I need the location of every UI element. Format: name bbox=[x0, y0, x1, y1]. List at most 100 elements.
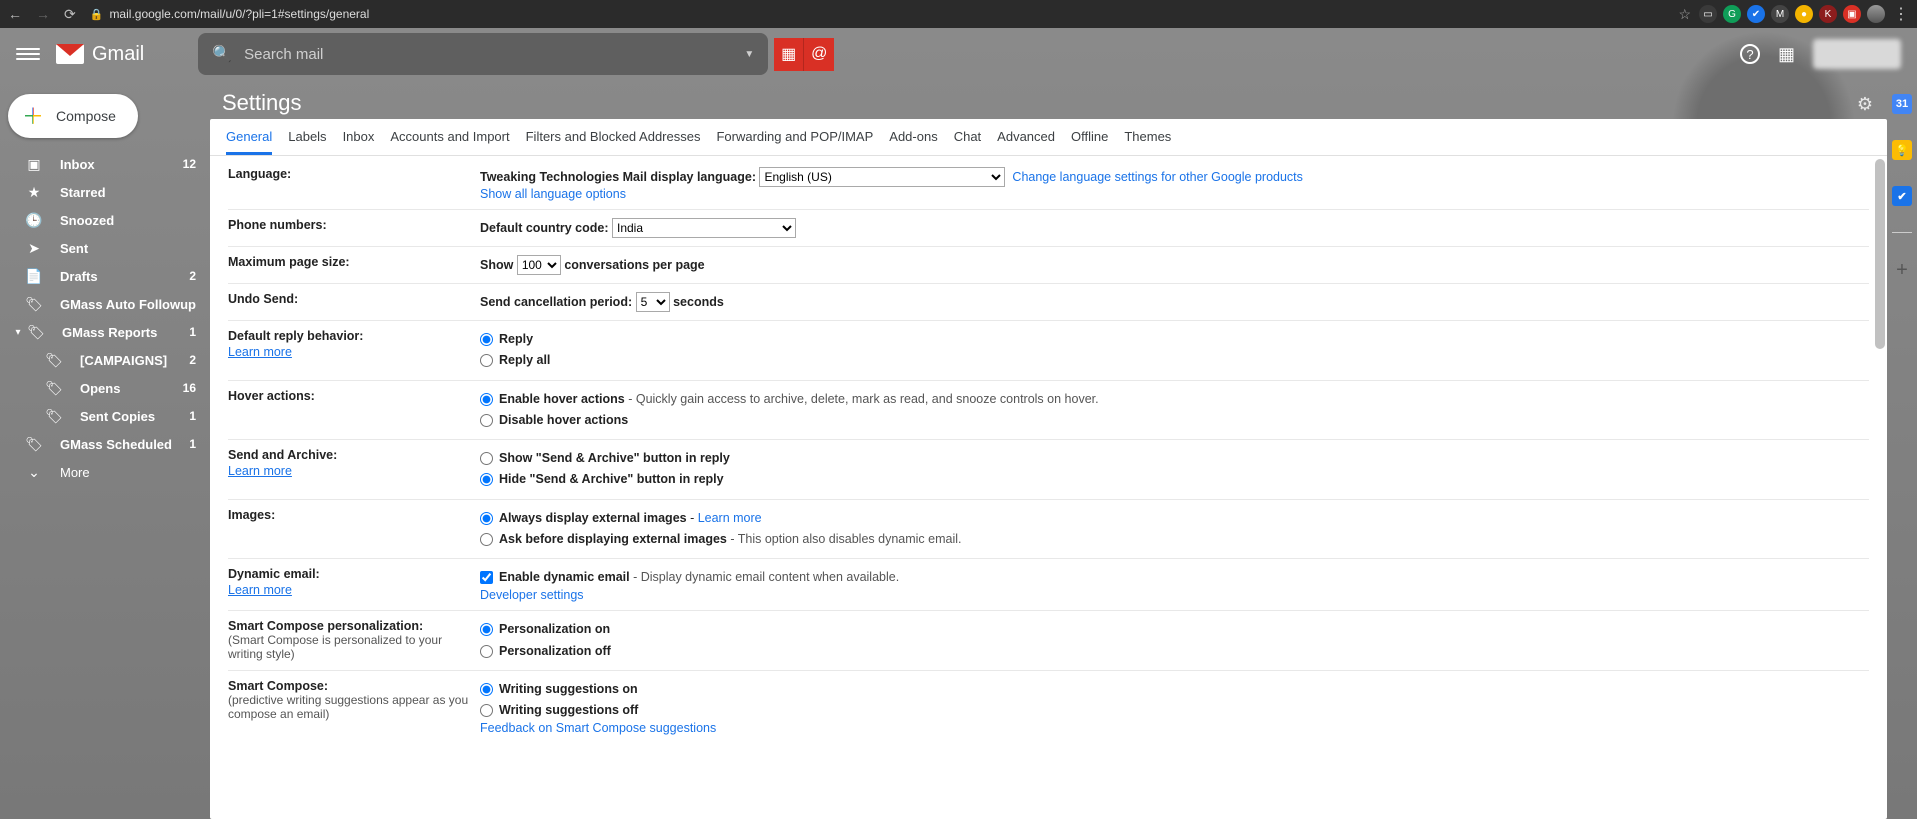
country-code-select[interactable]: India bbox=[612, 218, 796, 238]
gmail-m-icon bbox=[56, 44, 84, 64]
row-default-reply: Default reply behavior: Learn more Reply… bbox=[228, 321, 1869, 381]
forward-icon[interactable]: → bbox=[36, 6, 50, 22]
search-input[interactable] bbox=[244, 46, 736, 63]
tab-chat[interactable]: Chat bbox=[954, 129, 981, 155]
scrollbar-thumb[interactable] bbox=[1875, 159, 1885, 349]
gmass-buttons: ▦ @ bbox=[774, 38, 834, 71]
row-images: Images: Always display external images -… bbox=[228, 500, 1869, 560]
sidebar-item-sent[interactable]: ➤ Sent bbox=[0, 234, 210, 262]
clock-icon: 🕒 bbox=[22, 212, 46, 229]
ext-icon[interactable]: ▭ bbox=[1699, 5, 1717, 23]
sidebar-item-snoozed[interactable]: 🕒 Snoozed bbox=[0, 206, 210, 234]
language-select[interactable]: English (US) bbox=[759, 167, 1005, 187]
label-smart-personal: Smart Compose personalization: bbox=[228, 619, 423, 633]
row-language: Language: Tweaking Technologies Mail dis… bbox=[228, 159, 1869, 210]
change-other-products-link[interactable]: Change language settings for other Googl… bbox=[1012, 170, 1302, 184]
tasks-addon-icon[interactable]: ✔ bbox=[1892, 186, 1912, 206]
tab-filters[interactable]: Filters and Blocked Addresses bbox=[526, 129, 701, 155]
browser-menu-icon[interactable]: ⋮ bbox=[1893, 4, 1909, 24]
search-icon[interactable]: 🔍 bbox=[212, 44, 232, 64]
learn-more-link[interactable]: Learn more bbox=[698, 511, 762, 525]
radio-hide-send-archive[interactable] bbox=[480, 473, 493, 486]
chevron-down-icon: ⌄ bbox=[22, 464, 46, 481]
ext-check-icon[interactable]: ✔ bbox=[1747, 5, 1765, 23]
tab-advanced[interactable]: Advanced bbox=[997, 129, 1055, 155]
radio-ask-images[interactable] bbox=[480, 533, 493, 546]
label-icon: 🏷 bbox=[22, 296, 46, 313]
radio-reply-all[interactable] bbox=[480, 354, 493, 367]
radio-writing-on[interactable] bbox=[480, 683, 493, 696]
developer-settings-link[interactable]: Developer settings bbox=[480, 588, 584, 602]
label-images: Images: bbox=[228, 508, 480, 551]
ext-yellow-icon[interactable]: ● bbox=[1795, 5, 1813, 23]
keep-addon-icon[interactable]: 💡 bbox=[1892, 140, 1912, 160]
search-options-icon[interactable]: ▼ bbox=[744, 49, 754, 60]
learn-more-link[interactable]: Learn more bbox=[228, 345, 480, 359]
sidebar-item-gmass-reports[interactable]: ▾ 🏷 GMass Reports 1 bbox=[0, 318, 210, 346]
sidebar-item-starred[interactable]: ★ Starred bbox=[0, 178, 210, 206]
sidebar-item-gmass-scheduled[interactable]: 🏷 GMass Scheduled 1 bbox=[0, 430, 210, 458]
reload-icon[interactable]: ⟳ bbox=[64, 6, 76, 23]
label-icon: 🏷 bbox=[42, 352, 66, 369]
gmass-grid-button[interactable]: ▦ bbox=[774, 38, 804, 71]
tab-themes[interactable]: Themes bbox=[1124, 129, 1171, 155]
radio-writing-off[interactable] bbox=[480, 704, 493, 717]
radio-hover-disable[interactable] bbox=[480, 414, 493, 427]
radio-reply[interactable] bbox=[480, 333, 493, 346]
radio-always-images[interactable] bbox=[480, 512, 493, 525]
account-badge[interactable] bbox=[1813, 39, 1901, 69]
search-bar[interactable]: 🔍 ▼ bbox=[198, 33, 768, 75]
gmail-logo[interactable]: Gmail bbox=[56, 43, 144, 66]
checkbox-dynamic-email[interactable] bbox=[480, 571, 493, 584]
sidebar-item-opens[interactable]: 🏷 Opens 16 bbox=[0, 374, 210, 402]
profile-avatar-icon[interactable] bbox=[1867, 5, 1885, 23]
tab-addons[interactable]: Add-ons bbox=[889, 129, 937, 155]
tab-general[interactable]: General bbox=[226, 129, 272, 155]
learn-more-link[interactable]: Learn more bbox=[228, 464, 480, 478]
support-icon[interactable]: ? bbox=[1740, 44, 1760, 64]
show-all-languages-link[interactable]: Show all language options bbox=[480, 187, 626, 201]
apps-grid-icon[interactable]: ▦ bbox=[1778, 44, 1795, 65]
radio-show-send-archive[interactable] bbox=[480, 452, 493, 465]
tab-labels[interactable]: Labels bbox=[288, 129, 326, 155]
cancel-period-select[interactable]: 5 bbox=[636, 292, 670, 312]
calendar-addon-icon[interactable]: 31 bbox=[1892, 94, 1912, 114]
sidebar-item-inbox[interactable]: ▣ Inbox 12 bbox=[0, 150, 210, 178]
sidebar-item-sent-copies[interactable]: 🏷 Sent Copies 1 bbox=[0, 402, 210, 430]
tab-inbox[interactable]: Inbox bbox=[343, 129, 375, 155]
radio-hover-enable[interactable] bbox=[480, 393, 493, 406]
back-icon[interactable]: ← bbox=[8, 6, 22, 22]
compose-button[interactable]: ＋ Compose bbox=[8, 94, 138, 138]
gmass-at-button[interactable]: @ bbox=[804, 38, 834, 71]
row-smart-personal: Smart Compose personalization: (Smart Co… bbox=[228, 611, 1869, 671]
url-text[interactable]: mail.google.com/mail/u/0/?pli=1#settings… bbox=[109, 7, 369, 21]
page-size-select[interactable]: 100 bbox=[517, 255, 561, 275]
smart-compose-feedback-link[interactable]: Feedback on Smart Compose suggestions bbox=[480, 721, 716, 735]
ext-m-icon[interactable]: M bbox=[1771, 5, 1789, 23]
radio-personal-off[interactable] bbox=[480, 645, 493, 658]
bookmark-star-icon[interactable]: ☆ bbox=[1678, 6, 1691, 23]
learn-more-link[interactable]: Learn more bbox=[228, 583, 480, 597]
main-menu-button[interactable] bbox=[16, 42, 40, 66]
label-dynamic: Dynamic email: bbox=[228, 567, 320, 581]
row-phone: Phone numbers: Default country code: Ind… bbox=[228, 210, 1869, 247]
gear-icon[interactable]: ⚙ bbox=[1857, 94, 1873, 115]
country-code-label: Default country code: bbox=[480, 221, 609, 235]
sidebar-item-gmass-auto[interactable]: 🏷 GMass Auto Followup bbox=[0, 290, 210, 318]
sidebar-item-drafts[interactable]: 📄 Drafts 2 bbox=[0, 262, 210, 290]
tab-accounts[interactable]: Accounts and Import bbox=[390, 129, 509, 155]
display-language-label: Tweaking Technologies Mail display langu… bbox=[480, 170, 756, 184]
ext-grammarly-icon[interactable]: G bbox=[1723, 5, 1741, 23]
page-title: Settings bbox=[222, 90, 302, 116]
sidebar-item-more[interactable]: ⌄ More bbox=[0, 458, 210, 486]
row-undo: Undo Send: Send cancellation period: 5 s… bbox=[228, 284, 1869, 321]
tab-forward[interactable]: Forwarding and POP/IMAP bbox=[716, 129, 873, 155]
get-addons-icon[interactable]: + bbox=[1896, 259, 1908, 282]
tab-offline[interactable]: Offline bbox=[1071, 129, 1108, 155]
sidebar-item-campaigns[interactable]: 🏷 [CAMPAIGNS] 2 bbox=[0, 346, 210, 374]
sidebar-nav: ▣ Inbox 12 ★ Starred 🕒 Snoozed ➤ Sent 📄 … bbox=[0, 150, 210, 486]
ext-red-icon[interactable]: ▣ bbox=[1843, 5, 1861, 23]
radio-personal-on[interactable] bbox=[480, 623, 493, 636]
ext-k-icon[interactable]: K bbox=[1819, 5, 1837, 23]
label-undo: Undo Send: bbox=[228, 292, 480, 312]
